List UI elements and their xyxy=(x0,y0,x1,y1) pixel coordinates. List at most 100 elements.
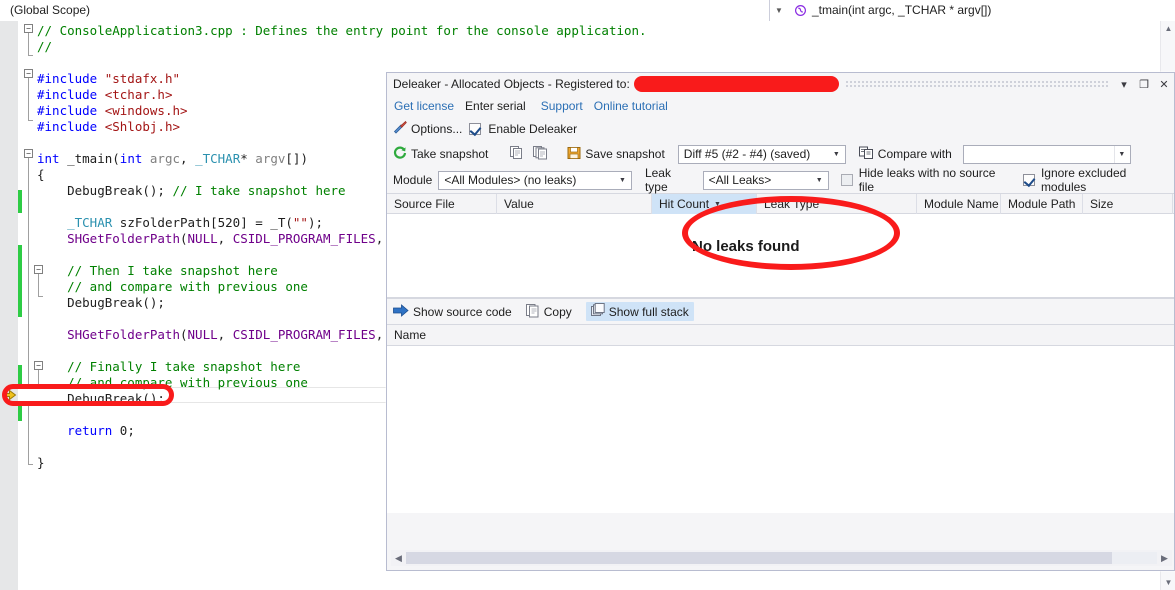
support-link[interactable]: Support xyxy=(541,99,583,113)
indicator-margin[interactable] xyxy=(0,21,18,590)
column-header-label: Module Name xyxy=(924,197,999,211)
function-selector[interactable]: _tmain(int argc, _TCHAR * argv[]) xyxy=(788,0,1175,21)
column-header-leak-type[interactable]: Leak Type xyxy=(757,194,917,214)
take-snapshot-button[interactable]: Take snapshot xyxy=(393,146,488,163)
code-line: #include <Shlobj.h> xyxy=(37,119,180,135)
column-header-source-file[interactable]: Source File xyxy=(387,194,497,214)
title-bar-grip xyxy=(844,80,1108,88)
scroll-left-arrow-icon[interactable]: ◀ xyxy=(391,550,406,566)
code-token-comment: // I take snapshot here xyxy=(172,183,346,198)
scroll-down-arrow-icon[interactable]: ▼ xyxy=(1161,575,1175,590)
deleaker-license-links: Get license Enter serial Support Online … xyxy=(387,95,1174,116)
column-header-label: Module Path xyxy=(1008,197,1076,211)
code-token-keyword: return xyxy=(37,423,113,438)
current-statement-arrow-icon xyxy=(2,388,17,402)
snapshot-combobox-chevron-down-icon[interactable]: ▼ xyxy=(828,145,844,163)
stack-grid-header[interactable]: Name xyxy=(387,324,1174,346)
code-line: #include <windows.h> xyxy=(37,103,188,119)
leak-type-filter-combobox[interactable]: <All Leaks> ▼ xyxy=(702,170,829,190)
scrollbar-thumb[interactable] xyxy=(406,552,1112,564)
code-token-macro: SHGetFolderPath xyxy=(37,327,180,342)
save-snapshot-label: Save snapshot xyxy=(585,147,665,161)
compare-with-combobox-chevron-down-icon[interactable]: ▼ xyxy=(1113,145,1129,163)
deleaker-title-label: Deleaker - Allocated Objects - Registere… xyxy=(393,77,630,91)
online-tutorial-link[interactable]: Online tutorial xyxy=(594,99,668,113)
enable-deleaker-checkbox[interactable] xyxy=(469,122,482,135)
screen: (Global Scope) ▼ _tmain(int argc, _TCHAR… xyxy=(0,0,1175,590)
copy-one-icon[interactable] xyxy=(509,145,524,163)
code-token-macro: SHGetFolderPath xyxy=(37,231,180,246)
snapshot-combobox[interactable]: Diff #5 (#2 - #4) (saved) ▼ xyxy=(677,144,846,164)
code-token-keyword: int xyxy=(37,151,60,166)
take-snapshot-label: Take snapshot xyxy=(411,147,489,161)
stack-grid-body[interactable] xyxy=(387,346,1174,513)
maximize-icon[interactable]: ❐ xyxy=(1134,74,1154,94)
column-header-label: Value xyxy=(504,197,534,211)
close-icon[interactable]: ✕ xyxy=(1154,74,1174,94)
options-button[interactable]: Options... xyxy=(393,120,462,137)
change-bar xyxy=(18,190,22,213)
deleaker-filter-row: Module <All Modules> (no leaks) ▼ Leak t… xyxy=(387,166,1174,194)
column-header-label: Leak Type xyxy=(764,197,820,211)
fold-toggle[interactable]: − xyxy=(24,149,33,158)
fold-guide xyxy=(28,158,29,464)
options-label: Options... xyxy=(411,121,463,136)
copy-label: Copy xyxy=(543,304,572,319)
show-source-code-button[interactable]: Show source code xyxy=(393,303,512,320)
sort-descending-icon[interactable]: ▼ xyxy=(714,201,721,208)
outlining-column[interactable]: − − − − − xyxy=(23,21,43,590)
code-token-string: <Shlobj.h> xyxy=(104,119,180,134)
leak-type-filter-chevron-down-icon[interactable]: ▼ xyxy=(811,171,827,189)
code-line: _TCHAR szFolderPath[520] = _T(""); xyxy=(37,215,324,230)
compare-with-button[interactable]: Compare with xyxy=(858,146,952,163)
code-line: #include "stdafx.h" xyxy=(37,71,180,87)
copy-button[interactable]: Copy xyxy=(525,303,572,321)
function-selector-label: _tmain(int argc, _TCHAR * argv[]) xyxy=(812,3,992,17)
call-stack-toolbar: Show source code Copy Show full stack xyxy=(387,298,1174,324)
ignore-excluded-modules-checkbox[interactable] xyxy=(1022,174,1035,186)
stack-horizontal-scrollbar[interactable]: ◀ ▶ xyxy=(391,550,1172,566)
hide-leaks-no-source-checkbox[interactable] xyxy=(840,174,853,186)
enter-serial-link[interactable]: Enter serial xyxy=(465,99,526,113)
code-token-string: "stdafx.h" xyxy=(104,71,180,86)
compare-with-combobox[interactable]: ▼ xyxy=(962,144,1131,164)
window-menu-chevron-down-icon[interactable]: ▾ xyxy=(1114,74,1134,94)
get-license-link[interactable]: Get license xyxy=(394,99,454,113)
code-line: int _tmain(int argc, _TCHAR* argv[]) xyxy=(37,151,308,166)
column-header-module-path[interactable]: Module Path xyxy=(1001,194,1083,214)
scope-selector[interactable]: (Global Scope) xyxy=(0,0,770,21)
scope-selector-chevron-down-icon[interactable]: ▼ xyxy=(770,0,788,21)
deleaker-window[interactable]: Deleaker - Allocated Objects - Registere… xyxy=(386,72,1175,571)
deleaker-snapshot-row: Take snapshot Save snapshot Diff #5 (#2 … xyxy=(387,141,1174,167)
copy-all-icon[interactable] xyxy=(533,145,548,163)
code-line: // Then I take snapshot here xyxy=(37,263,278,279)
code-line: #include <tchar.h> xyxy=(37,87,172,103)
column-header-hit-count[interactable]: Hit Count ▼ xyxy=(652,194,757,214)
code-line: DebugBreak(); xyxy=(37,295,165,310)
snapshot-combobox-value: Diff #5 (#2 - #4) (saved) xyxy=(683,147,811,161)
tools-icon xyxy=(393,120,407,137)
code-token-string: "" xyxy=(292,215,308,230)
scroll-up-arrow-icon[interactable]: ▲ xyxy=(1161,21,1175,36)
show-full-stack-button[interactable]: Show full stack xyxy=(585,302,694,321)
scrollbar-track[interactable] xyxy=(406,552,1157,564)
column-header-size[interactable]: Size xyxy=(1083,194,1173,214)
code-token-comment: // and compare with previous one xyxy=(37,375,308,390)
save-snapshot-button[interactable]: Save snapshot xyxy=(567,146,665,163)
module-filter-combobox[interactable]: <All Modules> (no leaks) ▼ xyxy=(438,170,632,190)
module-filter-chevron-down-icon[interactable]: ▼ xyxy=(614,171,630,189)
leaks-grid-body[interactable]: No leaks found xyxy=(387,214,1174,298)
hide-leaks-no-source-label: Hide leaks with no source file xyxy=(858,166,996,194)
column-header-value[interactable]: Value xyxy=(497,194,652,214)
fold-toggle[interactable]: − xyxy=(24,24,33,33)
column-header-module-name[interactable]: Module Name xyxy=(917,194,1001,214)
code-token-keyword: int xyxy=(119,151,143,166)
code-line: // and compare with previous one xyxy=(37,375,308,391)
deleaker-title-bar[interactable]: Deleaker - Allocated Objects - Registere… xyxy=(387,73,1174,95)
scroll-right-arrow-icon[interactable]: ▶ xyxy=(1157,550,1172,566)
leaks-grid-header[interactable]: Source File Value Hit Count ▼ Leak Type … xyxy=(387,193,1174,214)
code-line: // ConsoleApplication3.cpp : Defines the… xyxy=(37,23,647,39)
fold-toggle[interactable]: − xyxy=(24,69,33,78)
arrow-right-icon xyxy=(393,303,409,320)
column-header-name: Name xyxy=(394,328,427,342)
